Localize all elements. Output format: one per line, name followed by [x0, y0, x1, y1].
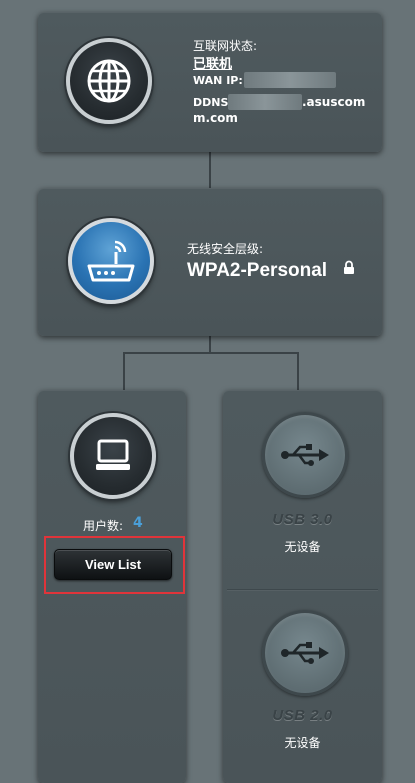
- computer-icon: [96, 439, 130, 470]
- wireless-security-value: WPA2-Personal: [187, 260, 328, 281]
- usb-icon: [281, 444, 329, 466]
- usb-2-port-button[interactable]: [262, 610, 348, 696]
- usb-panel: USB 3.0 无设备 USB 2.0 无设备: [223, 390, 382, 783]
- connector-line-left: [123, 352, 125, 390]
- ddns-value-redacted: [228, 94, 302, 110]
- connector-line-top: [209, 152, 211, 188]
- usb-3-title: USB 3.0: [272, 511, 333, 528]
- internet-status-value: 已联机: [193, 57, 233, 72]
- usb-2-status: 无设备: [284, 736, 321, 750]
- usb-divider: [227, 589, 378, 590]
- usb-icon: [281, 642, 329, 664]
- client-count-value: 4: [133, 515, 143, 531]
- ddns-value-line1: .asuscom: [302, 95, 366, 109]
- usb-3-status: 无设备: [284, 540, 321, 554]
- internet-status-panel[interactable]: 互联网状态: 已联机 WAN IP: DDNS: .asuscom m.com: [38, 12, 382, 152]
- globe-icon: [87, 59, 131, 103]
- wan-ip-label: WAN IP:: [193, 74, 243, 87]
- internet-status-label: 互联网状态:: [193, 39, 258, 53]
- usb-2-title: USB 2.0: [272, 707, 333, 724]
- lock-icon: [344, 260, 354, 274]
- connector-line-right: [297, 352, 299, 390]
- clients-computer-button[interactable]: [70, 413, 156, 499]
- ddns-label: DDNS:: [193, 96, 233, 109]
- wireless-security-panel[interactable]: 无线安全层级: WPA2-Personal: [38, 188, 382, 336]
- router-icon: [87, 240, 135, 282]
- connector-line-horizontal: [123, 352, 299, 354]
- router-button[interactable]: [68, 218, 154, 304]
- usb-3-port-button[interactable]: [262, 412, 348, 498]
- client-count-label: 用户数:: [83, 519, 124, 533]
- ddns-value-line2: m.com: [193, 111, 238, 125]
- internet-globe-button[interactable]: [66, 38, 152, 124]
- view-list-button[interactable]: View List: [54, 549, 172, 580]
- wireless-security-label: 无线安全层级:: [187, 242, 264, 256]
- wan-ip-value-redacted: [244, 72, 336, 88]
